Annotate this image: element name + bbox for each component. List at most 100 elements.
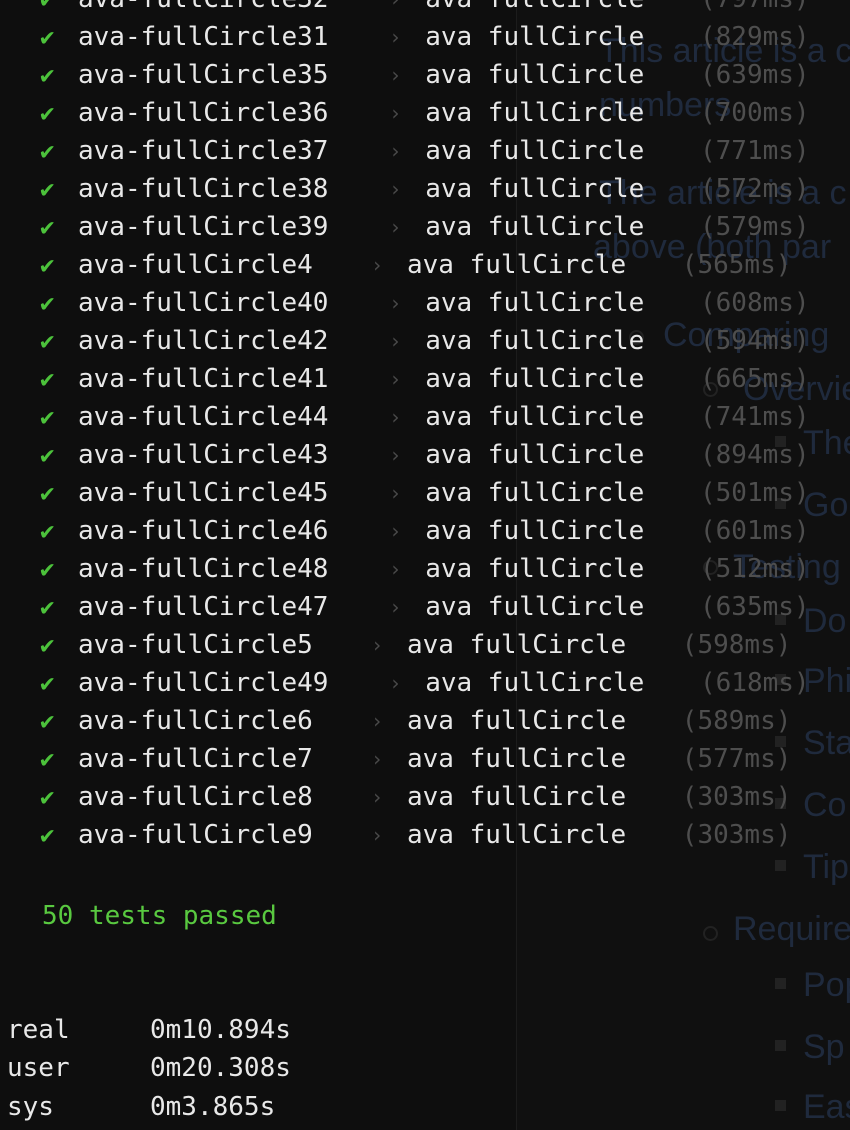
test-duration: (894ms) <box>700 440 810 470</box>
check-icon: ✔ <box>40 593 55 621</box>
check-icon: ✔ <box>40 403 55 431</box>
test-file-name: ava-fullCircle4 <box>78 250 313 280</box>
chevron-right-icon: › <box>389 443 402 467</box>
test-title: ava fullCircle <box>425 136 645 166</box>
test-file-name: ava-fullCircle42 <box>78 326 329 356</box>
test-duration: (572ms) <box>700 174 810 204</box>
check-icon: ✔ <box>40 0 54 18</box>
test-result-row: ✔ ava-fullCircle43 › ava fullCircle (894ms) <box>0 436 850 474</box>
test-result-row: ✔ ava-fullCircle9 › ava fullCircle (303ms) <box>0 816 850 854</box>
test-title: ava fullCircle <box>425 326 645 356</box>
chevron-right-icon: › <box>371 709 384 733</box>
test-duration: (665ms) <box>700 364 810 394</box>
chevron-right-icon: › <box>389 25 402 49</box>
check-icon: ✔ <box>40 213 55 241</box>
test-title: ava fullCircle <box>425 364 645 394</box>
chevron-right-icon: › <box>389 481 402 505</box>
test-title: ava fullCircle <box>407 630 627 660</box>
chevron-right-icon: › <box>371 747 384 771</box>
test-title: ava fullCircle <box>407 820 627 850</box>
test-file-name: ava-fullCircle38 <box>78 174 329 204</box>
chevron-right-icon: › <box>389 139 402 163</box>
test-title: ava fullCircle <box>425 592 645 622</box>
test-title: ava fullCircle <box>425 554 645 584</box>
test-result-row: ✔ ava-fullCircle44 › ava fullCircle (741ms) <box>0 398 850 436</box>
chevron-right-icon: › <box>389 0 401 18</box>
test-duration: (594ms) <box>700 326 810 356</box>
check-icon: ✔ <box>40 61 55 89</box>
bullet-icon <box>775 1100 786 1111</box>
test-title: ava fullCircle <box>425 288 645 318</box>
test-title: ava fullCircle <box>425 22 645 52</box>
test-result-row: ✔ ava-fullCircle49 › ava fullCircle (618ms) <box>0 664 850 702</box>
chevron-right-icon: › <box>389 367 402 391</box>
test-title: ava fullCircle <box>407 250 627 280</box>
terminal-window[interactable]: This article is a c numbers The article is… <box>0 0 850 1130</box>
test-result-row: ✔ ava-fullCircle6 › ava fullCircle (589ms) <box>0 702 850 740</box>
timing-row: sys 0m3.865s <box>7 1088 507 1126</box>
test-duration: (618ms) <box>700 668 810 698</box>
chevron-right-icon: › <box>389 557 402 581</box>
test-duration: (303ms) <box>681 820 792 850</box>
test-title: ava fullCircle <box>425 60 645 90</box>
check-icon: ✔ <box>40 365 55 393</box>
test-file-name: ava-fullCircle7 <box>78 744 313 774</box>
background-doc-line: Sp <box>803 1028 845 1066</box>
chevron-right-icon: › <box>389 405 402 429</box>
test-file-name: ava-fullCircle32 <box>78 0 328 18</box>
check-icon: ✔ <box>40 327 55 355</box>
test-file-name: ava-fullCircle35 <box>78 60 329 90</box>
timing-value: 0m3.865s <box>150 1092 276 1122</box>
bullet-icon <box>775 860 786 871</box>
check-icon: ✔ <box>40 251 55 279</box>
chevron-right-icon: › <box>389 63 402 87</box>
check-icon: ✔ <box>40 479 55 507</box>
check-icon: ✔ <box>40 707 55 735</box>
test-duration: (579ms) <box>700 212 810 242</box>
test-duration: (771ms) <box>700 136 810 166</box>
test-file-name: ava-fullCircle41 <box>78 364 329 394</box>
check-icon: ✔ <box>40 175 55 203</box>
test-title: ava fullCircle <box>425 402 645 432</box>
chevron-right-icon: › <box>389 291 402 315</box>
timing-label: real <box>7 1015 70 1045</box>
test-title: ava fullCircle <box>425 212 645 242</box>
circle-bullet-icon <box>703 926 718 941</box>
check-icon: ✔ <box>40 23 55 51</box>
chevron-right-icon: › <box>389 671 402 695</box>
test-duration: (797ms) <box>700 0 810 18</box>
check-icon: ✔ <box>40 137 55 165</box>
test-file-name: ava-fullCircle43 <box>78 440 329 470</box>
test-title: ava fullCircle <box>407 782 627 812</box>
check-icon: ✔ <box>40 783 55 811</box>
test-file-name: ava-fullCircle31 <box>78 22 329 52</box>
chevron-right-icon: › <box>389 519 402 543</box>
test-duration: (700ms) <box>700 98 810 128</box>
test-result-row: ✔ ava-fullCircle36 › ava fullCircle (700ms) <box>0 94 850 132</box>
bullet-icon <box>775 1040 786 1051</box>
test-result-row: ✔ ava-fullCircle46 › ava fullCircle (601ms) <box>0 512 850 550</box>
test-result-row: ✔ ava-fullCircle5 › ava fullCircle (598ms) <box>0 626 850 664</box>
background-doc-line: Require <box>733 910 850 948</box>
test-result-row: ✔ ava-fullCircle37 › ava fullCircle (771ms) <box>0 132 850 170</box>
test-duration: (639ms) <box>700 60 810 90</box>
test-file-name: ava-fullCircle47 <box>78 592 329 622</box>
test-title: ava fullCircle <box>425 0 644 18</box>
test-file-name: ava-fullCircle40 <box>78 288 329 318</box>
test-file-name: ava-fullCircle48 <box>78 554 329 584</box>
test-duration: (589ms) <box>681 706 792 736</box>
test-file-name: ava-fullCircle44 <box>78 402 329 432</box>
test-result-row: ✔ ava-fullCircle38 › ava fullCircle (572ms) <box>0 170 850 208</box>
test-duration: (829ms) <box>700 22 810 52</box>
chevron-right-icon: › <box>371 253 384 277</box>
test-file-name: ava-fullCircle49 <box>78 668 329 698</box>
test-result-row: ✔ ava-fullCircle4 › ava fullCircle (565ms) <box>0 246 850 284</box>
test-result-row: ✔ ava-fullCircle31 › ava fullCircle (829ms) <box>0 18 850 56</box>
test-title: ava fullCircle <box>425 174 645 204</box>
chevron-right-icon: › <box>389 101 402 125</box>
check-icon: ✔ <box>40 555 55 583</box>
chevron-right-icon: › <box>389 215 402 239</box>
test-result-row: ✔ ava-fullCircle32 › ava fullCircle (797ms) <box>0 0 850 18</box>
test-duration: (512ms) <box>700 554 810 584</box>
test-result-row: ✔ ava-fullCircle39 › ava fullCircle (579ms) <box>0 208 850 246</box>
